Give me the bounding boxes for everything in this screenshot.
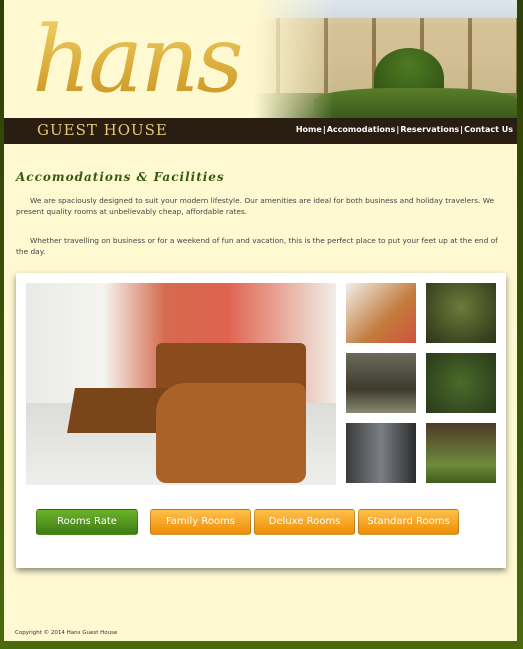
nav-separator: | [322,125,326,134]
standard-rooms-button[interactable]: Standard Rooms [358,509,459,535]
gallery-thumbnail-3[interactable] [346,353,416,413]
deluxe-rooms-button[interactable]: Deluxe Rooms [254,509,355,535]
header: hans GUEST HOUSE Home|Accomodations|Rese… [4,0,517,145]
intro-paragraph-2: Whether travelling on business or for a … [16,236,498,256]
nav-separator: | [396,125,400,134]
footer-copyright: Copyright © 2014 Hans Guest House [15,630,118,636]
family-rooms-button[interactable]: Family Rooms [150,509,251,535]
page-title: Accomodations & Facilities [16,170,225,184]
nav-separator: | [460,125,464,134]
gallery-thumbnail-5[interactable] [346,423,416,483]
gallery-thumbnail-4[interactable] [426,353,496,413]
logo[interactable]: hans [32,10,244,110]
top-nav: Home|Accomodations|Reservations|Contact … [296,125,513,134]
intro-paragraph: We are spaciously designed to suit your … [16,196,495,216]
nav-reservations[interactable]: Reservations [400,125,459,134]
nav-contact-us[interactable]: Contact Us [464,125,513,134]
armchair [156,383,306,483]
page: hans GUEST HOUSE Home|Accomodations|Rese… [4,0,517,641]
rooms-rate-button[interactable]: Rooms Rate [36,509,138,535]
header-photo [254,0,517,118]
gallery-thumbnail-6[interactable] [426,423,496,483]
gallery-thumbnail-2[interactable] [426,283,496,343]
logo-subtitle: GUEST HOUSE [37,121,168,139]
nav-accomodations[interactable]: Accomodations [327,125,396,134]
nav-home[interactable]: Home [296,125,322,134]
photo-gallery: Rooms Rate Family Rooms Deluxe Rooms Sta… [16,273,506,568]
header-fade [254,0,334,118]
gallery-thumbnail-1[interactable] [346,283,416,343]
main-photo [26,283,336,485]
shrub-image [314,88,517,118]
